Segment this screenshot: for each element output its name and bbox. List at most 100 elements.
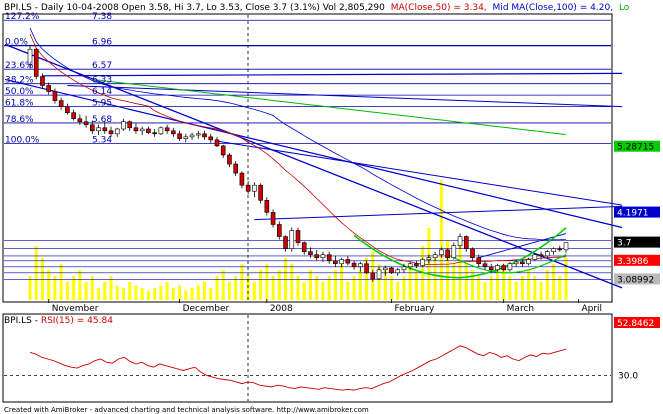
candle-body [488,266,494,271]
candle-body [339,259,344,265]
rsi-symbol: BPI.LS - [4,316,41,326]
volume-bar [203,282,207,300]
candle-body [58,100,64,107]
volume-bar [171,288,175,300]
volume-bar [103,282,107,300]
volume-bar [483,282,487,300]
fib-price-label: 5.68 [92,115,112,125]
candle-body [146,128,151,133]
candle-body [439,249,444,255]
candle-body [127,121,133,129]
candle-body [551,248,556,252]
volume-bar [153,288,157,300]
volume-bar [346,282,350,300]
volume-bar [545,270,549,300]
candle-body [407,263,413,268]
candle-body [164,127,170,132]
candle-body [451,245,457,259]
volume-bar [333,270,337,300]
candle-body [301,242,307,252]
price-chart-svg: 127.2% 7.38 0.0% 6.96 23.6% 6.57 38.2% 6.33 50.0… [0,0,663,414]
fib-pct-label: 127.2% [5,12,40,22]
candle-body [258,184,263,201]
rsi-pane [2,313,613,403]
candle-body [227,154,232,165]
volume-bar [358,270,362,300]
fib-price-label: 6.57 [92,61,112,71]
candle-body [114,128,120,135]
x-tick-label: February [394,304,435,314]
candle-body [139,128,145,132]
candle-body [108,130,114,135]
candle-body [90,124,95,132]
rsi-tick-label: 30.0 [618,371,638,381]
volume-bar [552,264,556,300]
volume-bar [115,285,119,300]
volume-bar [290,264,294,300]
candle-body [476,257,482,265]
volume-bar [221,270,225,300]
volume-bar [414,270,418,300]
volume-bar [252,282,256,300]
volume-bar [495,270,499,300]
candle-body [46,85,51,92]
volume-bar [227,282,231,300]
x-tick-label: 2008 [270,304,293,314]
candle-body [345,259,351,264]
candle-body [283,236,288,249]
volume-bar [78,270,82,300]
candle-body [245,184,251,192]
fib-price-label: 6.96 [92,38,112,48]
volume-bar [284,258,288,300]
candle-body [382,267,388,271]
candle-body [295,230,301,243]
candle-body [308,251,313,255]
volume-bar [259,270,263,300]
volume-bar [134,285,138,300]
volume-bar [47,270,51,300]
candle-body [202,133,207,138]
candle-body [401,266,407,271]
candle-body [208,136,214,141]
candle-body [326,254,332,262]
candle-body [171,130,176,135]
x-tick-label: March [507,304,534,314]
candle-body [364,263,369,274]
volume-bar [240,264,244,300]
fib-pct-label: 23.6% [5,61,34,71]
candle-body [33,48,39,77]
volume-bar [539,282,543,300]
volume-bar [190,288,194,300]
candle-body [557,248,563,251]
fib-pct-label: 100.0% [5,135,40,145]
candle-body [513,261,519,265]
volume-bar [59,264,63,300]
candle-body [277,224,282,237]
candle-body [264,199,270,213]
volume-bar [65,282,69,300]
rsi-legend: RSI(15) = 45.84 [41,316,113,326]
x-tick-label: November [52,304,99,314]
volume-bar [427,228,431,300]
volume-bar [184,290,188,300]
x-tick-label: April [581,304,602,314]
candle-body [320,254,326,259]
volume-bar [84,282,88,300]
x-tick-label: December [183,304,230,314]
candle-body [52,91,58,101]
volume-bar [97,288,101,300]
candle-body [507,263,513,271]
rsi-header: BPI.LS - RSI(15) = 45.84 [4,316,113,326]
volume-bar [121,288,125,300]
volume-bar [471,270,475,300]
volume-bar [321,282,325,300]
candle-body [482,263,488,268]
candle-body [545,251,550,257]
volume-bar [564,258,568,300]
price-label: 5.28715 [617,143,654,153]
candle-body [233,163,238,174]
candle-body [252,184,257,192]
footer-credit: Created with AmiBroker - advanced charti… [4,406,369,414]
chart-header: BPI.LS - Daily 10-04-2008 Open 3.58, Hi … [4,3,630,13]
chart-window: 127.2% 7.38 0.0% 6.96 23.6% 6.57 38.2% 6.33 50.0… [0,0,663,414]
